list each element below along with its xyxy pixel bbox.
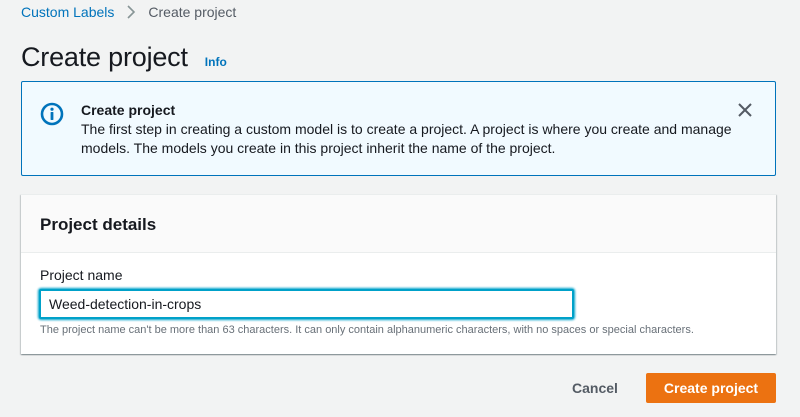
- chevron-right-icon: [126, 5, 136, 19]
- flash-title: Create project: [81, 102, 176, 118]
- project-name-constraint: The project name can't be more than 63 c…: [40, 324, 694, 336]
- project-details-container: Project details Project name The project…: [21, 194, 776, 354]
- breadcrumb-current: Create project: [148, 4, 237, 20]
- breadcrumb: Custom Labels Create project: [21, 3, 236, 21]
- page: Custom Labels Create project Create proj…: [0, 0, 800, 417]
- cancel-button[interactable]: Cancel: [558, 373, 632, 403]
- page-title: Create project: [21, 42, 188, 72]
- container-header: Project details: [21, 195, 776, 253]
- info-link[interactable]: Info: [205, 55, 227, 69]
- info-flashbar: Create project The first step in creatin…: [21, 81, 776, 176]
- page-header: Create project Info: [21, 42, 227, 74]
- info-icon: [40, 102, 64, 126]
- breadcrumb-link-custom-labels[interactable]: Custom Labels: [21, 4, 114, 20]
- close-icon[interactable]: [737, 102, 753, 118]
- container-title: Project details: [40, 215, 157, 234]
- project-name-label: Project name: [40, 267, 123, 283]
- flash-message: The first step in creating a custom mode…: [81, 121, 732, 156]
- create-project-button[interactable]: Create project: [646, 373, 776, 403]
- project-name-input[interactable]: [39, 289, 574, 319]
